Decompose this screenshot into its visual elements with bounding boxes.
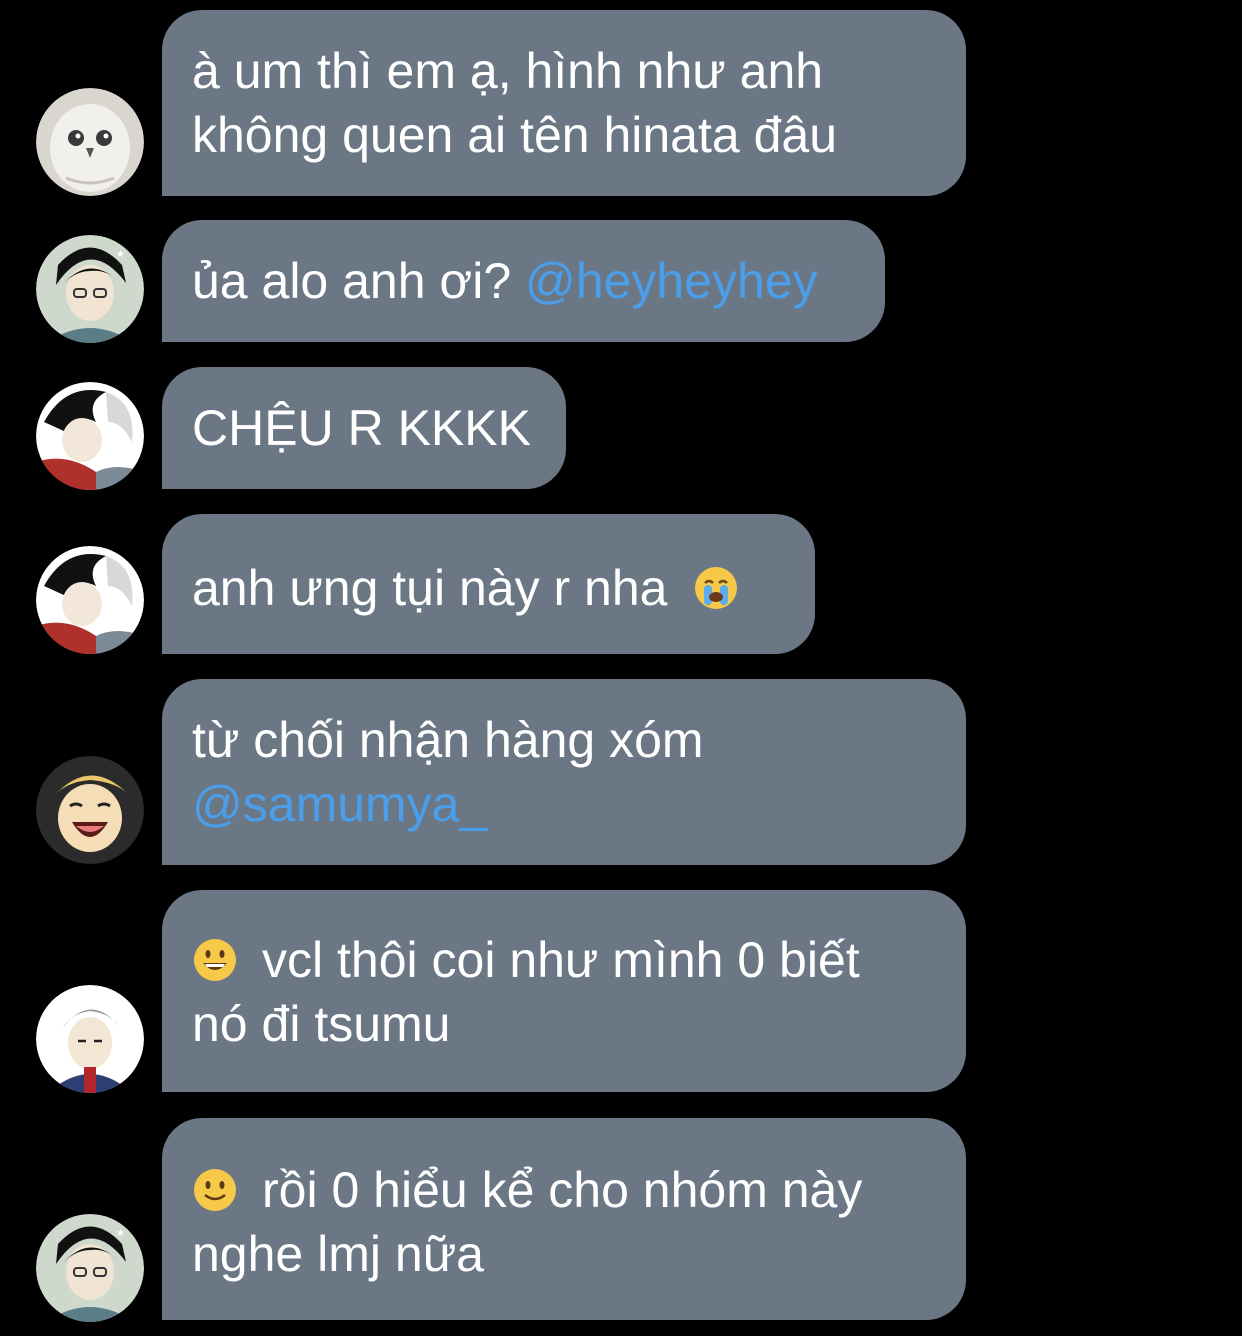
message-text: vcl thôi coi như mình 0 biết [262, 932, 860, 988]
slightly-smiling-face-icon [192, 1167, 238, 1213]
svg-text:★: ★ [116, 249, 125, 260]
akaashi-avatar[interactable]: ★ [36, 1214, 144, 1322]
message-bubble[interactable]: vcl thôi coi như mình 0 biết nó đi tsumu [162, 890, 966, 1092]
kuroo-avatar[interactable] [36, 546, 144, 654]
message-bubble[interactable]: à um thì em ạ, hình như anh không quen a… [162, 10, 966, 196]
owl-avatar[interactable] [36, 88, 144, 196]
message-text: từ chối nhận hàng xóm [192, 712, 704, 768]
svg-text:★: ★ [116, 1228, 125, 1239]
message-text: nó đi tsumu [192, 996, 451, 1052]
message-bubble[interactable]: ủa alo anh ơi? @heyheyhey [162, 220, 885, 342]
message-line: rồi 0 hiểu kể cho nhóm này [192, 1158, 936, 1222]
grey-hair-avatar[interactable] [36, 985, 144, 1093]
laughing-avatar[interactable] [36, 756, 144, 864]
akaashi-avatar[interactable]: ★ [36, 235, 144, 343]
mention-link[interactable]: @heyheyhey [525, 253, 818, 309]
message-text: anh ưng tụi này r nha [192, 560, 668, 616]
kuroo-avatar[interactable] [36, 382, 144, 490]
message-text: à um thì em ạ, hình như anh [192, 43, 824, 99]
message-text: rồi 0 hiểu kể cho nhóm này [262, 1162, 863, 1218]
grinning-face-icon [192, 937, 238, 983]
message-line: vcl thôi coi như mình 0 biết [192, 928, 936, 992]
message-bubble[interactable]: anh ưng tụi này r nha [162, 514, 815, 654]
message-text: ủa alo anh ơi? [192, 253, 512, 309]
message-text: CHỆU R KKKK [192, 400, 531, 456]
message-bubble[interactable]: rồi 0 hiểu kể cho nhóm này nghe lmj nữa [162, 1118, 966, 1320]
message-text: nghe lmj nữa [192, 1226, 484, 1282]
message-text: không quen ai tên hinata đâu [192, 107, 837, 163]
message-bubble[interactable]: CHỆU R KKKK [162, 367, 566, 489]
mention-link[interactable]: @samumya_ [192, 772, 936, 836]
message-bubble[interactable]: từ chối nhận hàng xóm @samumya_ [162, 679, 966, 865]
loudly-crying-face-icon [693, 565, 739, 611]
chat-screen: à um thì em ạ, hình như anh không quen a… [0, 0, 1242, 1336]
